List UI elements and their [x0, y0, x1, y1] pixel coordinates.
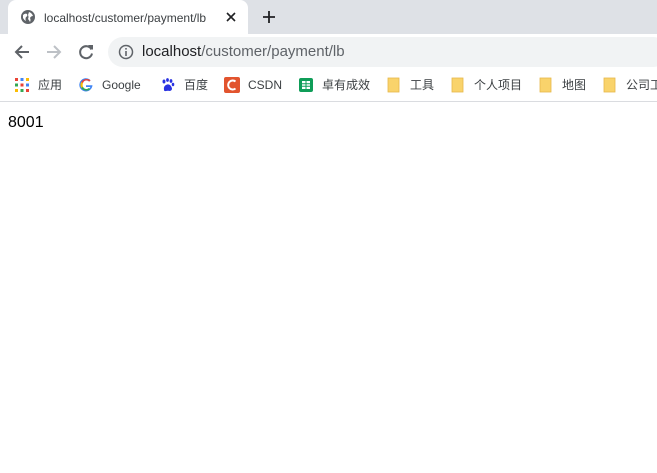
tab-strip: localhost/customer/payment/lb [0, 0, 657, 34]
close-icon[interactable] [223, 9, 239, 25]
folder-icon [603, 77, 616, 93]
csdn-icon [224, 77, 240, 93]
bookmark-label: 百度 [184, 78, 209, 92]
folder-icon [387, 77, 400, 93]
response-text: 8001 [8, 114, 44, 131]
bookmark-label: 应用 [38, 78, 63, 92]
browser-tab[interactable]: localhost/customer/payment/lb [8, 0, 248, 34]
tab-title: localhost/customer/payment/lb [44, 11, 207, 25]
browser-toolbar: localhost/customer/payment/lb [0, 34, 657, 70]
bookmark-label: 地图 [562, 78, 587, 92]
bookmark-label: Google [102, 78, 141, 92]
bookmark-label: 卓有成效 [322, 78, 371, 92]
page-content: 8001 [0, 102, 657, 473]
info-icon[interactable] [118, 44, 134, 60]
url-text[interactable]: localhost/customer/payment/lb [142, 43, 345, 61]
baidu-icon [162, 78, 175, 92]
sheet-icon [299, 78, 313, 92]
bookmark-label: 工具 [410, 78, 435, 92]
forward-arrow-icon[interactable] [44, 42, 64, 62]
url-path: /customer/payment/lb [201, 43, 345, 60]
apps-grid-icon [15, 78, 29, 92]
address-bar[interactable]: localhost/customer/payment/lb [108, 37, 657, 67]
reload-icon[interactable] [76, 42, 96, 62]
folder-icon [451, 77, 464, 93]
bookmark-label: 公司工 [626, 78, 657, 92]
google-icon [79, 78, 93, 92]
bookmarks-bar: 应用 Google 百度 CSDN 卓有成效 工具 个人项目 地图 公司工 [0, 70, 657, 102]
folder-icon [539, 77, 552, 93]
url-host: localhost [142, 43, 202, 60]
plus-icon[interactable] [260, 8, 278, 26]
bookmark-label: 个人项目 [474, 78, 523, 92]
globe-icon [21, 10, 35, 24]
back-arrow-icon[interactable] [12, 42, 32, 62]
bookmark-label: CSDN [248, 78, 283, 92]
